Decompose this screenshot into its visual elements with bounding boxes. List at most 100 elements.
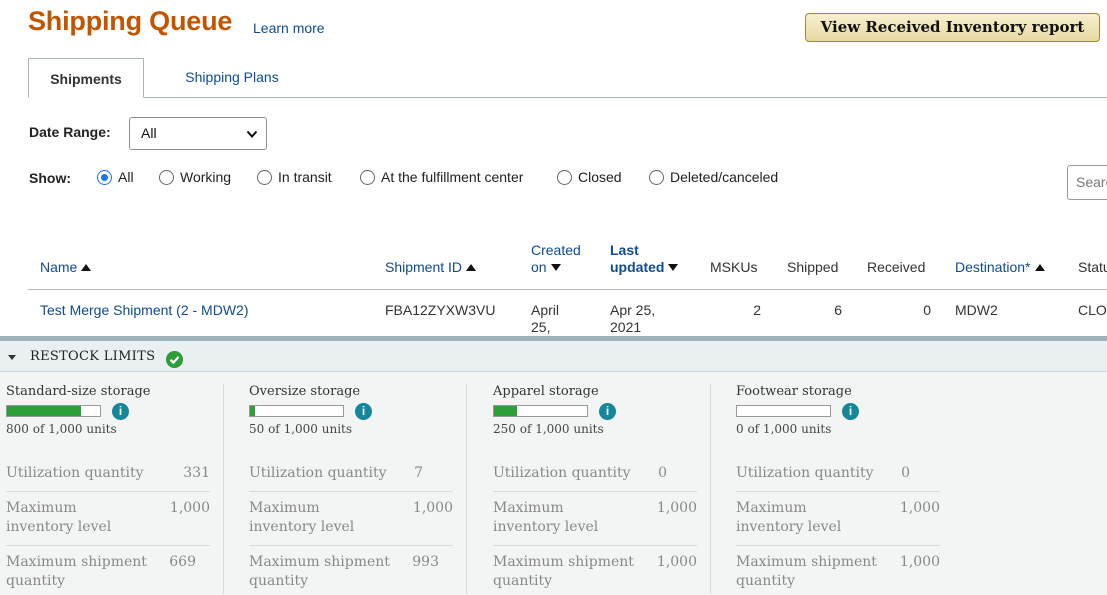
metric-value: 0 (901, 465, 910, 481)
usage-bar (493, 405, 588, 417)
metric-value: 1,000 (169, 500, 210, 516)
metric-divider (736, 545, 940, 546)
units-text: 50 of 1,000 units (249, 422, 353, 436)
caret-down-icon[interactable] (8, 355, 16, 360)
radio-circle[interactable] (360, 169, 375, 185)
metric-value: 993 (412, 554, 439, 570)
radio-label: Deleted/canceled (670, 169, 779, 185)
tab-shipments[interactable]: Shipments (28, 58, 144, 98)
last-updated: Apr 25, 2021 (610, 302, 656, 335)
info-icon[interactable]: i (599, 403, 616, 420)
radio-at-fulfillment-center[interactable]: At the fulfillment center (360, 169, 523, 185)
date-range-select[interactable]: All (129, 117, 267, 150)
radio-circle-checked[interactable] (97, 169, 112, 185)
radio-in-transit[interactable]: In transit (257, 169, 332, 185)
column-header-mskus: MSKUs (710, 259, 758, 275)
restock-category-footwear: Footwear storage i 0 of 1,000 units Util… (730, 378, 973, 593)
metric-value: 669 (169, 554, 196, 570)
sort-descending-icon (550, 264, 561, 271)
usage-bar-fill (250, 406, 255, 416)
metric-label: Maximum shipment quantity (493, 554, 634, 589)
radio-closed[interactable]: Closed (557, 169, 622, 185)
sort-ascending-icon (466, 264, 477, 271)
sort-descending-icon (668, 264, 679, 271)
category-name: Standard-size storage (6, 384, 151, 399)
units-text: 0 of 1,000 units (736, 422, 832, 436)
metric-label: Maximum inventory level (6, 500, 112, 535)
radio-circle[interactable] (159, 169, 174, 185)
column-header-shipment-id[interactable]: Shipment ID (385, 259, 477, 276)
received-value: 0 (923, 302, 931, 318)
date-range-label: Date Range: (29, 124, 111, 140)
usage-bar (249, 405, 344, 417)
category-name: Oversize storage (249, 384, 361, 399)
metric-value: 1,000 (656, 500, 697, 516)
radio-label: Working (180, 169, 232, 185)
column-header-name[interactable]: Name (40, 259, 92, 276)
date-range-value: All (141, 125, 157, 141)
destination-value: MDW2 (955, 302, 998, 318)
metric-divider (6, 491, 210, 492)
info-icon[interactable]: i (842, 403, 859, 420)
shipment-id: FBA12ZYXW3VU (385, 302, 496, 318)
metric-value: 7 (414, 465, 423, 481)
radio-label: All (118, 169, 134, 185)
metric-divider (493, 545, 697, 546)
tabs-divider (28, 97, 1107, 98)
usage-bar (6, 405, 101, 417)
tab-shipping-plans[interactable]: Shipping Plans (166, 58, 298, 96)
radio-all[interactable]: All (97, 169, 134, 185)
metric-value: 0 (658, 465, 667, 481)
radio-label: At the fulfillment center (381, 169, 524, 185)
category-name: Apparel storage (493, 384, 599, 399)
radio-working[interactable]: Working (159, 169, 231, 185)
units-text: 250 of 1,000 units (493, 422, 604, 436)
restock-category-apparel: Apparel storage i 250 of 1,000 units Uti… (487, 378, 730, 594)
usage-bar (736, 405, 831, 417)
sort-ascending-icon (81, 264, 92, 271)
metric-divider (736, 491, 940, 492)
radio-circle[interactable] (649, 169, 664, 185)
check-circle-icon (166, 351, 183, 368)
radio-circle[interactable] (257, 169, 272, 185)
info-icon[interactable]: i (112, 403, 129, 420)
category-name: Footwear storage (736, 384, 852, 399)
shipped-value: 6 (834, 302, 842, 318)
info-icon[interactable]: i (355, 403, 372, 420)
metric-label: Maximum shipment quantity (736, 554, 877, 589)
radio-label: In transit (278, 169, 332, 185)
column-header-destination[interactable]: Destination* (955, 259, 1045, 276)
radio-deleted-canceled[interactable]: Deleted/canceled (649, 169, 778, 185)
column-header-last-updated[interactable]: Last updated (610, 242, 679, 276)
sort-ascending-icon (1034, 264, 1045, 271)
metric-value: 1,000 (899, 554, 940, 570)
metric-value: 1,000 (899, 500, 940, 516)
page-title: Shipping Queue (28, 6, 233, 36)
column-header-status: Status (1078, 259, 1107, 275)
show-label: Show: (29, 170, 71, 186)
search-input[interactable]: Search (1067, 165, 1107, 200)
metric-divider (249, 545, 453, 546)
column-header-received: Received (867, 259, 926, 275)
radio-circle[interactable] (557, 169, 572, 185)
column-separator (466, 384, 467, 594)
restock-limits-panel: RESTOCK LIMITS Standard-size storage i 8… (0, 336, 1107, 595)
chevron-down-icon (246, 130, 258, 138)
metric-value: 1,000 (656, 554, 697, 570)
metric-label: Maximum inventory level (736, 500, 842, 535)
restock-category-oversize: Oversize storage i 50 of 1,000 units Uti… (243, 378, 486, 594)
view-received-inventory-report-button[interactable]: View Received Inventory report (805, 13, 1100, 42)
metric-label: Maximum inventory level (249, 500, 355, 535)
metric-divider (493, 491, 697, 492)
restock-limits-header[interactable]: RESTOCK LIMITS (0, 341, 1107, 372)
status-value: CLOSED (1078, 302, 1107, 318)
column-header-shipped: Shipped (787, 259, 839, 275)
shipment-name-link[interactable]: Test Merge Shipment (2 - MDW2) (40, 302, 249, 319)
restock-category-standard: Standard-size storage i 800 of 1,000 uni… (0, 378, 243, 594)
metric-value: 331 (183, 465, 210, 481)
column-separator (223, 384, 224, 594)
radio-label: Closed (578, 169, 622, 185)
learn-more-link[interactable]: Learn more (253, 20, 325, 36)
column-header-created-on[interactable]: Created on (531, 242, 581, 276)
usage-bar-fill (7, 406, 82, 416)
